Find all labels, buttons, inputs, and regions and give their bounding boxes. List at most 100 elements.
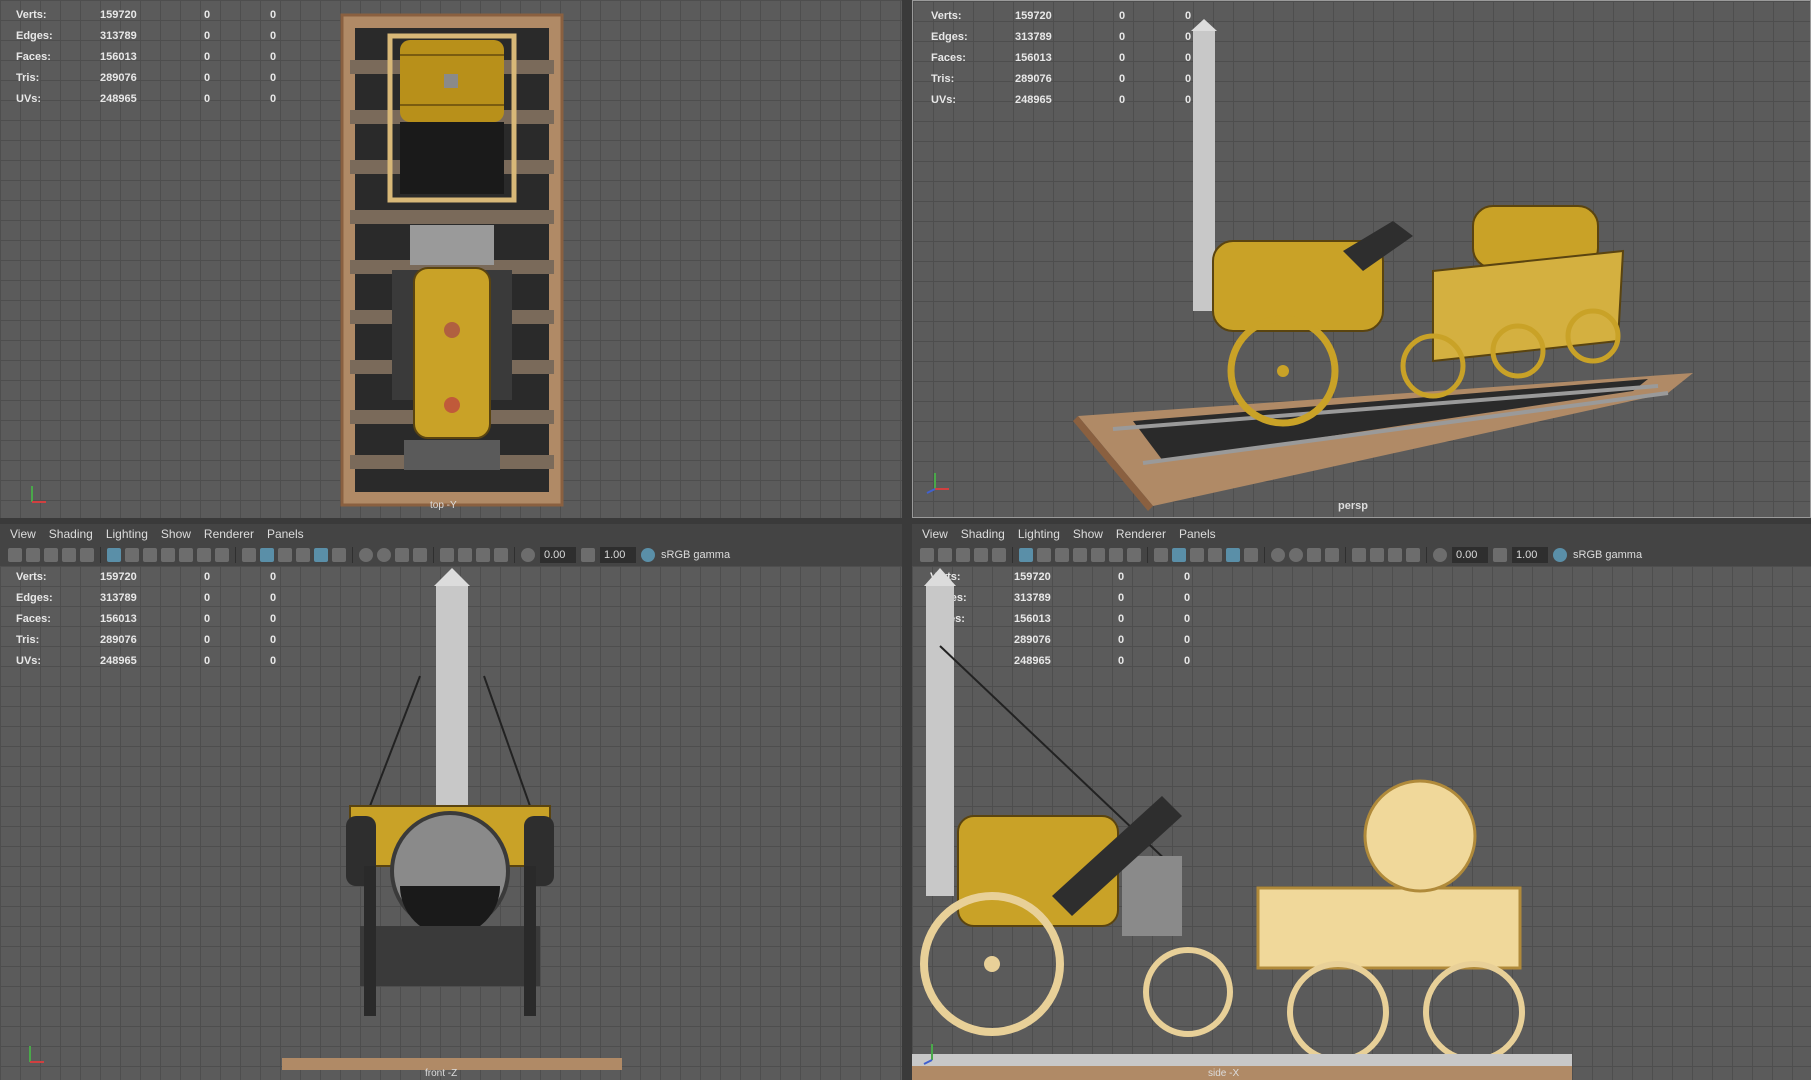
field-chart-icon[interactable] bbox=[1091, 548, 1105, 562]
image-plane-icon[interactable] bbox=[974, 548, 988, 562]
toolbar-separator bbox=[235, 547, 236, 563]
top-viewport[interactable]: Verts: 159720 0 0 Edges: 313789 0 0 Faces: 1560… bbox=[0, 0, 902, 518]
toolbar-separator bbox=[100, 547, 101, 563]
axis-gizmo-front bbox=[29, 1046, 44, 1063]
bookmark-icon[interactable] bbox=[956, 548, 970, 562]
toolbar-separator bbox=[1345, 547, 1346, 563]
gate-mask-icon[interactable] bbox=[161, 548, 175, 562]
camera-select-icon[interactable] bbox=[8, 548, 22, 562]
menu-show[interactable]: Show bbox=[1073, 527, 1103, 541]
axis-gizmo-persp bbox=[926, 473, 949, 494]
shadows-icon[interactable] bbox=[1271, 548, 1285, 562]
safe-action-icon[interactable] bbox=[197, 548, 211, 562]
locomotive-top-view-model[interactable]: top -Y bbox=[0, 0, 902, 518]
smooth-shade-icon[interactable] bbox=[1172, 548, 1186, 562]
anti-aliasing-icon[interactable] bbox=[413, 548, 427, 562]
locomotive-side-view-model[interactable]: side -X bbox=[912, 566, 1811, 1080]
xray-components-icon[interactable] bbox=[1406, 548, 1420, 562]
wireframe-on-shaded-icon[interactable] bbox=[296, 548, 310, 562]
bookmark-icon[interactable] bbox=[44, 548, 58, 562]
menu-show[interactable]: Show bbox=[161, 527, 191, 541]
side-camera-label: side -X bbox=[1208, 1068, 1239, 1079]
color-management-icon[interactable] bbox=[1553, 548, 1567, 562]
film-gate-icon[interactable] bbox=[125, 548, 139, 562]
menu-shading[interactable]: Shading bbox=[49, 527, 93, 541]
field-chart-icon[interactable] bbox=[179, 548, 193, 562]
isolate-select-icon[interactable] bbox=[1352, 548, 1366, 562]
panel-menu-bar-right: View Shading Lighting Show Renderer Pane… bbox=[912, 524, 1811, 544]
shadows-icon[interactable] bbox=[359, 548, 373, 562]
camera-attr-icon[interactable] bbox=[26, 548, 40, 562]
smooth-shade-icon[interactable] bbox=[260, 548, 274, 562]
ambient-occlusion-icon[interactable] bbox=[377, 548, 391, 562]
menu-panels[interactable]: Panels bbox=[1179, 527, 1216, 541]
textured-icon[interactable] bbox=[314, 548, 328, 562]
color-space-select[interactable]: sRGB gamma bbox=[661, 549, 730, 561]
ambient-occlusion-icon[interactable] bbox=[1289, 548, 1303, 562]
panel-toolbar-right: sRGB gamma bbox=[912, 544, 1811, 567]
resolution-gate-icon[interactable] bbox=[143, 548, 157, 562]
motion-blur-icon[interactable] bbox=[395, 548, 409, 562]
menu-renderer[interactable]: Renderer bbox=[1116, 527, 1166, 541]
wireframe-on-shaded-icon[interactable] bbox=[1208, 548, 1222, 562]
grease-pencil-icon[interactable] bbox=[80, 548, 94, 562]
gamma-field[interactable] bbox=[600, 547, 636, 563]
exposure-icon[interactable] bbox=[521, 548, 535, 562]
panel-menu-bar-left: View Shading Lighting Show Renderer Pane… bbox=[0, 524, 902, 544]
menu-lighting[interactable]: Lighting bbox=[106, 527, 148, 541]
menu-shading[interactable]: Shading bbox=[961, 527, 1005, 541]
exposure-icon[interactable] bbox=[1433, 548, 1447, 562]
safe-action-icon[interactable] bbox=[1109, 548, 1123, 562]
side-viewport[interactable]: Verts:15972000 Edges:31378900 Faces:1560… bbox=[912, 566, 1811, 1080]
wireframe-icon[interactable] bbox=[1154, 548, 1168, 562]
locomotive-front-view-model[interactable]: front -Z bbox=[0, 566, 902, 1080]
xray-icon[interactable] bbox=[1370, 548, 1384, 562]
exposure-field[interactable] bbox=[1452, 547, 1488, 563]
grid-toggle-icon[interactable] bbox=[1019, 548, 1033, 562]
safe-title-icon[interactable] bbox=[215, 548, 229, 562]
default-material-icon[interactable] bbox=[1190, 548, 1204, 562]
color-management-icon[interactable] bbox=[641, 548, 655, 562]
menu-view[interactable]: View bbox=[10, 527, 36, 541]
toolbar-separator bbox=[1426, 547, 1427, 563]
menu-renderer[interactable]: Renderer bbox=[204, 527, 254, 541]
viewport-divider-vertical[interactable] bbox=[902, 0, 912, 1080]
textured-icon[interactable] bbox=[1226, 548, 1240, 562]
exposure-field[interactable] bbox=[540, 547, 576, 563]
xray-components-icon[interactable] bbox=[494, 548, 508, 562]
grid-toggle-icon[interactable] bbox=[107, 548, 121, 562]
axis-gizmo-side bbox=[923, 1044, 933, 1065]
menu-panels[interactable]: Panels bbox=[267, 527, 304, 541]
xray-joints-icon[interactable] bbox=[476, 548, 490, 562]
gamma-icon[interactable] bbox=[1493, 548, 1507, 562]
resolution-gate-icon[interactable] bbox=[1055, 548, 1069, 562]
locomotive-persp-model[interactable]: persp bbox=[913, 1, 1811, 518]
persp-viewport[interactable]: Verts: 159720 0 0 Edges: 313789 0 0 Faces: 1560… bbox=[912, 0, 1811, 518]
wireframe-icon[interactable] bbox=[242, 548, 256, 562]
anti-aliasing-icon[interactable] bbox=[1325, 548, 1339, 562]
film-gate-icon[interactable] bbox=[1037, 548, 1051, 562]
isolate-select-icon[interactable] bbox=[440, 548, 454, 562]
gate-mask-icon[interactable] bbox=[1073, 548, 1087, 562]
use-all-lights-icon[interactable] bbox=[332, 548, 346, 562]
camera-select-icon[interactable] bbox=[920, 548, 934, 562]
gamma-field[interactable] bbox=[1512, 547, 1548, 563]
safe-title-icon[interactable] bbox=[1127, 548, 1141, 562]
color-space-select[interactable]: sRGB gamma bbox=[1573, 549, 1642, 561]
use-all-lights-icon[interactable] bbox=[1244, 548, 1258, 562]
front-viewport[interactable]: Verts: 159720 0 0 Edges: 313789 0 0 Faces: 1560… bbox=[0, 566, 902, 1080]
gamma-icon[interactable] bbox=[581, 548, 595, 562]
menu-lighting[interactable]: Lighting bbox=[1018, 527, 1060, 541]
camera-attr-icon[interactable] bbox=[938, 548, 952, 562]
toolbar-separator bbox=[1147, 547, 1148, 563]
motion-blur-icon[interactable] bbox=[1307, 548, 1321, 562]
axis-gizmo-top bbox=[31, 486, 46, 503]
grease-pencil-icon[interactable] bbox=[992, 548, 1006, 562]
xray-joints-icon[interactable] bbox=[1388, 548, 1402, 562]
xray-icon[interactable] bbox=[458, 548, 472, 562]
menu-view[interactable]: View bbox=[922, 527, 948, 541]
default-material-icon[interactable] bbox=[278, 548, 292, 562]
top-camera-label: top -Y bbox=[430, 500, 457, 511]
image-plane-icon[interactable] bbox=[62, 548, 76, 562]
toolbar-separator bbox=[352, 547, 353, 563]
